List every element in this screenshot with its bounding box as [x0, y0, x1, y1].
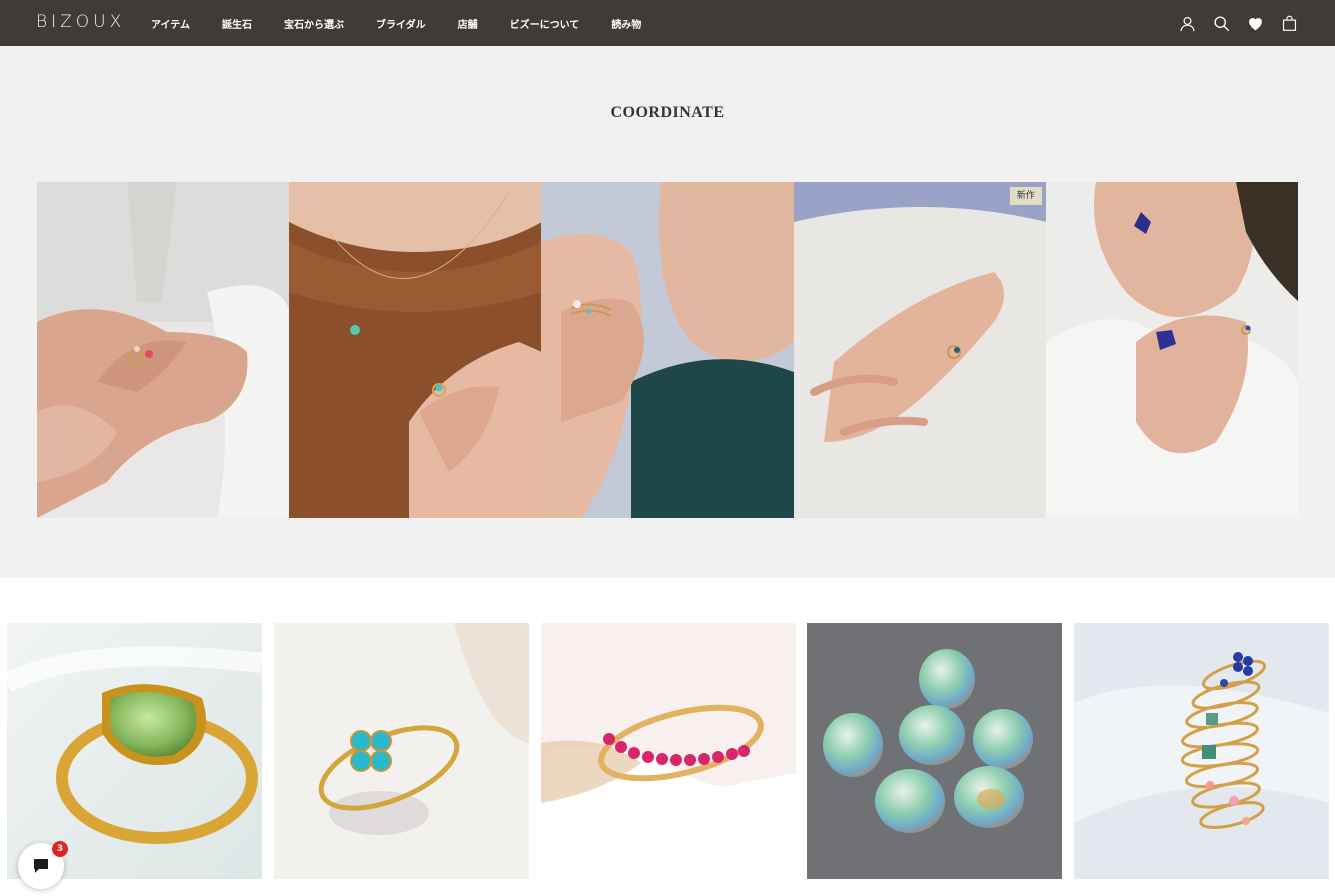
chat-unread-badge: 3: [52, 841, 68, 857]
coordinate-photo-2[interactable]: [289, 182, 542, 518]
coordinate-photo-4[interactable]: 新作: [793, 182, 1046, 518]
account-icon[interactable]: [1177, 13, 1197, 33]
bag-icon[interactable]: [1279, 13, 1299, 33]
nav-item-stores[interactable]: 店舗: [458, 16, 478, 31]
stacked-rings-image: [1074, 623, 1329, 879]
chat-bubble-icon: [34, 859, 48, 873]
search-icon[interactable]: [1211, 13, 1231, 33]
chat-launcher-button[interactable]: 3: [18, 841, 68, 889]
site-header: BIZOUX アイテム 誕生石 宝石から選ぶ ブライダル 店舗 ビズーについて …: [0, 0, 1335, 46]
hand-at-cheek-image: [541, 182, 794, 518]
coordinate-photo-5[interactable]: [1045, 182, 1298, 518]
earring-rings-image: [1045, 182, 1298, 518]
ruby-eternity-ring-image: [540, 623, 796, 879]
product-card-2[interactable]: [273, 623, 529, 879]
product-card-1[interactable]: [7, 623, 262, 879]
nav-item-items[interactable]: アイテム: [151, 16, 190, 31]
nav-item-birthstone[interactable]: 誕生石: [222, 16, 252, 31]
heart-icon[interactable]: [1245, 13, 1265, 33]
section-title: COORDINATE: [610, 104, 725, 121]
coordinate-gallery: 新作: [37, 182, 1298, 518]
green-pear-ring-image: [7, 623, 262, 879]
nav-item-journal[interactable]: 読み物: [611, 16, 641, 31]
coordinate-photo-3[interactable]: [541, 182, 794, 518]
brown-blouse-image: [289, 182, 542, 518]
product-card-5[interactable]: [1074, 623, 1329, 879]
new-badge: 新作: [1009, 187, 1042, 205]
product-card-4[interactable]: [807, 623, 1063, 879]
opal-stones-image: [807, 623, 1063, 879]
product-grid: [7, 623, 1329, 879]
main-nav: アイテム 誕生石 宝石から選ぶ ブライダル 店舗 ビズーについて 読み物: [151, 0, 673, 46]
nav-item-by-gem[interactable]: 宝石から選ぶ: [284, 16, 344, 31]
paraiba-flower-ring-image: [273, 623, 529, 879]
header-icons: [1163, 0, 1299, 46]
coordinate-section: COORDINATE 新作: [0, 46, 1335, 578]
coordinate-photo-1[interactable]: [37, 182, 290, 518]
product-card-3[interactable]: [540, 623, 796, 879]
nav-item-bridal[interactable]: ブライダル: [376, 16, 426, 31]
lace-sleeve-hand-image: [37, 182, 290, 518]
white-fabric-hand-image: [793, 182, 1046, 518]
site-logo[interactable]: BIZOUX: [36, 12, 125, 32]
nav-item-about[interactable]: ビズーについて: [510, 16, 580, 31]
